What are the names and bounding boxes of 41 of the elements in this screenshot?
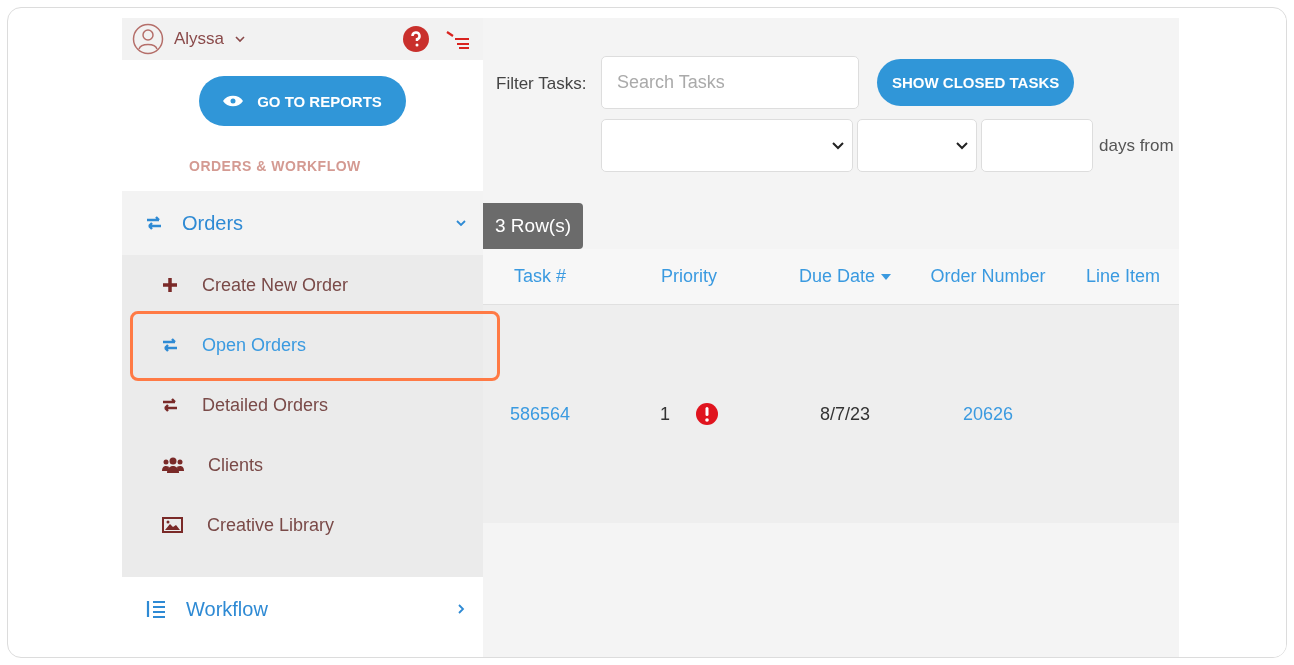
arrows-icon — [146, 216, 162, 230]
image-icon — [162, 517, 183, 533]
go-to-reports-button[interactable]: GO TO REPORTS — [199, 76, 406, 126]
due-date: 8/7/23 — [819, 403, 870, 425]
arrows-icon — [162, 398, 178, 412]
days-field[interactable] — [981, 119, 1093, 172]
user-name[interactable]: Alyssa — [174, 29, 225, 49]
avatar-icon[interactable] — [132, 23, 164, 55]
sort-caret-icon — [881, 273, 891, 280]
column-header[interactable]: Due Date — [798, 266, 891, 287]
list-icon — [146, 600, 166, 618]
row-count-badge: 3 Row(s) — [483, 203, 583, 249]
chevron-down-icon — [455, 217, 467, 229]
column-header[interactable]: Line Item — [1085, 266, 1160, 287]
menu-item[interactable]: Clients — [122, 435, 483, 495]
menu-item[interactable]: Create New Order — [122, 255, 483, 315]
task-link[interactable]: 586564 — [509, 403, 571, 425]
eye-icon — [223, 95, 244, 107]
menu-item[interactable]: Creative Library — [122, 495, 483, 555]
menu-item[interactable]: Detailed Orders — [122, 375, 483, 435]
chevron-right-icon — [455, 603, 467, 615]
menu-item[interactable]: Open Orders — [122, 315, 483, 375]
section-heading: ORDERS & WORKFLOW — [188, 157, 362, 176]
menu-group[interactable]: Orders — [122, 191, 483, 255]
menu-toggle-icon[interactable] — [445, 29, 471, 49]
show-closed-tasks-button[interactable]: SHOW CLOSED TASKS — [877, 59, 1075, 106]
priority-value: 1 — [660, 403, 670, 425]
plus-icon — [162, 277, 178, 293]
arrows-icon — [162, 338, 178, 352]
filter-label: Filter Tasks: — [495, 73, 588, 95]
order-number-link[interactable]: 20626 — [962, 403, 1014, 425]
help-icon[interactable] — [403, 26, 429, 52]
caret-icon — [832, 141, 844, 150]
chevron-down-icon[interactable] — [234, 34, 247, 44]
caret-icon — [956, 141, 968, 150]
column-header[interactable]: Priority — [661, 266, 717, 287]
column-header[interactable]: Order Number — [930, 266, 1046, 287]
users-icon — [162, 456, 184, 474]
column-header[interactable]: Task # — [514, 266, 566, 287]
search-field[interactable]: Search Tasks — [601, 56, 859, 109]
days-label: days from — [1099, 135, 1174, 156]
